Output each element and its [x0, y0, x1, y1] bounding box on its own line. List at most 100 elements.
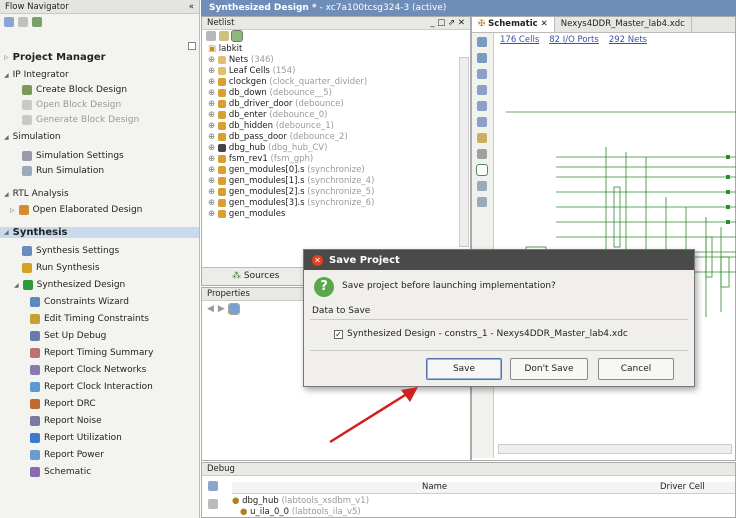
expand-toggle-icon[interactable]: ⊕	[208, 165, 218, 175]
tree-row[interactable]: ⊕ db_pass_door (debounce_2)	[208, 132, 470, 143]
tree-row[interactable]: ⊕ db_down (debounce__5)	[208, 88, 470, 99]
tree-row[interactable]: ⊕ Nets (346)	[208, 55, 470, 66]
debug-row[interactable]: ● dbg_hub (labtools_xsdbm_v1)	[232, 496, 369, 506]
nav-item-synthesis[interactable]: ◢ Synthesis	[0, 227, 199, 238]
nav-item-open-block-design[interactable]: Open Block Design	[0, 100, 121, 110]
zoom-in-icon[interactable]	[477, 37, 487, 47]
forward-arrow-icon[interactable]	[477, 69, 487, 79]
cells-link[interactable]: 176 Cells	[500, 35, 539, 45]
nav-item-run-simulation[interactable]: Run Simulation	[0, 166, 104, 176]
expand-toggle-icon[interactable]: ⊕	[208, 88, 218, 98]
expand-all-icon[interactable]	[32, 17, 42, 27]
checkbox-checked-icon[interactable]: ✓	[334, 329, 343, 339]
collapse-arrow-icon[interactable]: ◢	[4, 134, 9, 141]
tree-row[interactable]: ⊕ gen_modules[2].s (synchronize_5)	[208, 187, 470, 198]
search-icon[interactable]	[4, 17, 14, 27]
nav-item-simulation[interactable]: ◢ Simulation	[0, 132, 61, 142]
expand-icon[interactable]	[477, 181, 487, 191]
expand-toggle-icon[interactable]: ⊕	[208, 154, 218, 164]
cancel-button[interactable]: Cancel	[598, 358, 674, 380]
collapse-all-icon[interactable]	[18, 17, 28, 27]
nav-item-ip-integrator[interactable]: ◢ IP Integrator	[0, 70, 69, 80]
close-icon[interactable]: ✕	[312, 254, 323, 266]
save-item[interactable]: ✓ Synthesized Design - constrs_1 - Nexys…	[334, 329, 628, 339]
nav-item-schematic[interactable]: Schematic	[0, 467, 91, 477]
expand-toggle-icon[interactable]: ⊕	[208, 176, 218, 186]
pan-icon[interactable]	[477, 149, 487, 159]
tab-xdc[interactable]: Nexys4DDR_Master_lab4.xdc	[555, 17, 692, 32]
nav-item-synthesis-settings[interactable]: Synthesis Settings	[0, 246, 119, 256]
nets-link[interactable]: 292 Nets	[609, 35, 647, 45]
collapse-arrow-icon[interactable]: ◢	[4, 191, 9, 198]
tree-row[interactable]: ⊕ db_enter (debounce_0)	[208, 110, 470, 121]
nav-item-report-clock-interaction[interactable]: Report Clock Interaction	[0, 382, 153, 392]
schematic-scrollbar[interactable]	[498, 444, 732, 454]
collapse-box-icon[interactable]	[188, 42, 196, 50]
nav-item-report-noise[interactable]: Report Noise	[0, 416, 102, 426]
tree-row[interactable]: ⊕ dbg_hub (dbg_hub_CV)	[208, 143, 470, 154]
expand-all-icon[interactable]	[219, 31, 229, 41]
nav-item-synthesized-design[interactable]: ◢ Synthesized Design	[0, 280, 125, 290]
expand-toggle-icon[interactable]: ⊕	[208, 77, 218, 87]
collapse-arrow-icon[interactable]: ◢	[4, 72, 9, 79]
expand-toggle-icon[interactable]: ⊕	[208, 198, 218, 208]
expand-toggle-icon[interactable]: ⊕	[208, 187, 218, 197]
dont-save-button[interactable]: Don't Save	[510, 358, 588, 380]
tree-row[interactable]: ⊕ gen_modules[1].s (synchronize_4)	[208, 176, 470, 187]
zoom-area-icon[interactable]	[477, 117, 487, 127]
nav-item-report-power[interactable]: Report Power	[0, 450, 104, 460]
back-icon[interactable]: ◀	[207, 304, 214, 314]
expand-toggle-icon[interactable]: ⊕	[208, 55, 218, 65]
expand-toggle-icon[interactable]: ⊕	[208, 121, 218, 131]
expand-toggle-icon[interactable]: ⊕	[208, 99, 218, 109]
forward-icon[interactable]: ▶	[218, 304, 225, 314]
expand-toggle-icon[interactable]: ⊕	[208, 143, 218, 153]
collapse-icon[interactable]: «	[189, 2, 194, 12]
nav-item-report-timing-summary[interactable]: Report Timing Summary	[0, 348, 153, 358]
nav-item-rtl-analysis[interactable]: ◢ RTL Analysis	[0, 189, 69, 199]
collapse-arrow-icon[interactable]: ◢	[4, 229, 9, 236]
select-icon[interactable]	[477, 133, 487, 143]
save-button[interactable]: Save	[426, 358, 502, 380]
nav-item-create-block-design[interactable]: Create Block Design	[0, 85, 127, 95]
collapse-arrow-icon[interactable]: ◢	[14, 282, 19, 289]
expand-toggle-icon[interactable]: ⊕	[208, 110, 218, 120]
window-controls[interactable]: _ □ ⇗ ✕	[430, 18, 465, 28]
nav-item-report-drc[interactable]: Report DRC	[0, 399, 96, 409]
nav-item-report-utilization[interactable]: Report Utilization	[0, 433, 122, 443]
tree-row[interactable]: ⊕ fsm_rev1 (fsm_gph)	[208, 154, 470, 165]
tree-row[interactable]: ⊕ db_driver_door (debounce)	[208, 99, 470, 110]
nav-item-simulation-settings[interactable]: Simulation Settings	[0, 151, 124, 161]
tree-row[interactable]: ⊕ gen_modules[3].s (synchronize_6)	[208, 198, 470, 209]
expand-toggle-icon[interactable]: ⊕	[208, 132, 218, 142]
show-icon[interactable]	[231, 30, 243, 42]
regenerate-icon[interactable]	[476, 164, 488, 176]
properties-icon[interactable]	[227, 303, 240, 315]
tab-schematic[interactable]: ✠ Schematic ✕	[472, 17, 555, 32]
tree-row[interactable]: ⊕ clockgen (clock_quarter_divider)	[208, 77, 470, 88]
nav-item-open-elaborated-design[interactable]: ▷ Open Elaborated Design	[0, 205, 142, 215]
netlist-scrollbar[interactable]	[459, 57, 469, 247]
expand-toggle-icon[interactable]: ⊕	[208, 209, 218, 219]
tree-row[interactable]: ⊕ Leaf Cells (154)	[208, 66, 470, 77]
tab-sources[interactable]: Sources	[244, 271, 280, 281]
expand-toggle-icon[interactable]: ⊕	[208, 66, 218, 76]
close-icon[interactable]: ✕	[541, 19, 548, 29]
nav-item-run-synthesis[interactable]: Run Synthesis	[0, 263, 100, 273]
nav-item-report-clock-networks[interactable]: Report Clock Networks	[0, 365, 146, 375]
back-arrow-icon[interactable]	[477, 53, 487, 63]
nav-item-generate-block-design[interactable]: Generate Block Design	[0, 115, 139, 125]
col-driver[interactable]: Driver Cell	[660, 482, 705, 492]
tree-row[interactable]: ⊕ gen_modules	[208, 209, 470, 220]
ports-link[interactable]: 82 I/O Ports	[549, 35, 599, 45]
zoom-fit-icon[interactable]	[477, 101, 487, 111]
tree-row[interactable]: ⊕ gen_modules[0].s (synchronize)	[208, 165, 470, 176]
tree-root[interactable]: ▣ labkit	[208, 44, 470, 55]
collapse-icon[interactable]	[477, 197, 487, 207]
search-icon[interactable]	[208, 481, 218, 491]
collapse-all-icon[interactable]	[208, 499, 218, 509]
debug-row[interactable]: ● u_ila_0_0 (labtools_ila_v5)	[240, 507, 361, 517]
nav-item-edit-timing-constraints[interactable]: Edit Timing Constraints	[0, 314, 149, 324]
collapse-all-icon[interactable]	[206, 31, 216, 41]
expand-arrow-icon[interactable]: ▷	[4, 54, 9, 61]
